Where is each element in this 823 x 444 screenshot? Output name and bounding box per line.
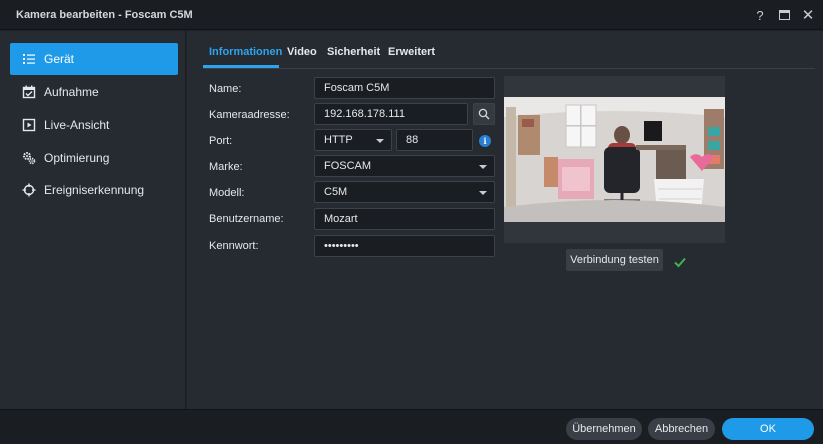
search-icon — [478, 108, 490, 120]
tab-erweitert[interactable]: Erweitert — [388, 46, 435, 64]
sidebar-item-label: Ereigniserkennung — [44, 183, 145, 197]
name-label: Name: — [209, 83, 242, 95]
test-connection-button[interactable]: Verbindung testen — [566, 249, 663, 271]
help-icon[interactable]: ? — [752, 7, 768, 23]
username-label: Benutzername: — [209, 213, 284, 225]
name-input[interactable]: Foscam C5M — [314, 77, 495, 99]
sidebar-item-optimierung[interactable]: Optimierung — [10, 142, 178, 174]
window-title: Kamera bearbeiten - Foscam C5M — [16, 9, 193, 21]
brand-select[interactable]: FOSCAM — [314, 155, 495, 177]
tab-video[interactable]: Video — [287, 46, 317, 64]
sidebar: Gerät Aufnahme Live-Ansicht Optimierung … — [0, 31, 186, 409]
address-input[interactable]: 192.168.178.111 — [314, 103, 468, 125]
title-bar: Kamera bearbeiten - Foscam C5M ? ✕ — [0, 0, 823, 30]
sidebar-item-aufnahme[interactable]: Aufnahme — [10, 76, 178, 108]
brand-label: Marke: — [209, 161, 243, 173]
close-icon[interactable]: ✕ — [800, 7, 816, 24]
maximize-icon[interactable] — [776, 7, 792, 23]
search-button[interactable] — [473, 103, 495, 125]
footer-bar: Übernehmen Abbrechen OK — [0, 409, 823, 444]
sidebar-item-label: Live-Ansicht — [44, 118, 110, 132]
tab-informationen[interactable]: Informationen — [209, 46, 282, 64]
info-icon[interactable]: i — [479, 135, 491, 147]
password-input[interactable]: ••••••••• — [314, 235, 495, 257]
sidebar-item-label: Gerät — [44, 52, 75, 66]
protocol-select[interactable]: HTTP — [314, 129, 392, 151]
sidebar-item-live-ansicht[interactable]: Live-Ansicht — [10, 109, 178, 141]
address-label: Kameraadresse: — [209, 109, 290, 121]
calendar-check-icon — [22, 85, 36, 99]
main-content: Informationen Video Sicherheit Erweitert… — [187, 31, 823, 409]
model-select[interactable]: C5M — [314, 181, 495, 203]
password-label: Kennwort: — [209, 240, 259, 252]
username-input[interactable]: Mozart — [314, 208, 495, 230]
crosshair-icon — [22, 183, 36, 197]
camera-snapshot — [504, 97, 725, 222]
sidebar-item-ereigniserkennung[interactable]: Ereigniserkennung — [10, 174, 178, 206]
apply-button[interactable]: Übernehmen — [566, 418, 642, 440]
active-tab-indicator — [203, 65, 279, 68]
model-label: Modell: — [209, 187, 245, 199]
port-input[interactable]: 88 — [396, 129, 473, 151]
port-label: Port: — [209, 135, 233, 147]
cancel-button[interactable]: Abbrechen — [648, 418, 715, 440]
gears-icon — [22, 151, 36, 165]
play-box-icon — [22, 118, 36, 132]
sidebar-item-label: Aufnahme — [44, 85, 99, 99]
check-icon — [674, 257, 686, 268]
sidebar-item-label: Optimierung — [44, 151, 110, 165]
camera-preview — [504, 76, 725, 243]
tab-bar: Informationen Video Sicherheit Erweitert — [203, 43, 815, 69]
ok-button[interactable]: OK — [722, 418, 814, 440]
list-icon — [22, 52, 36, 66]
sidebar-item-geraet[interactable]: Gerät — [10, 43, 178, 75]
tab-sicherheit[interactable]: Sicherheit — [327, 46, 380, 64]
